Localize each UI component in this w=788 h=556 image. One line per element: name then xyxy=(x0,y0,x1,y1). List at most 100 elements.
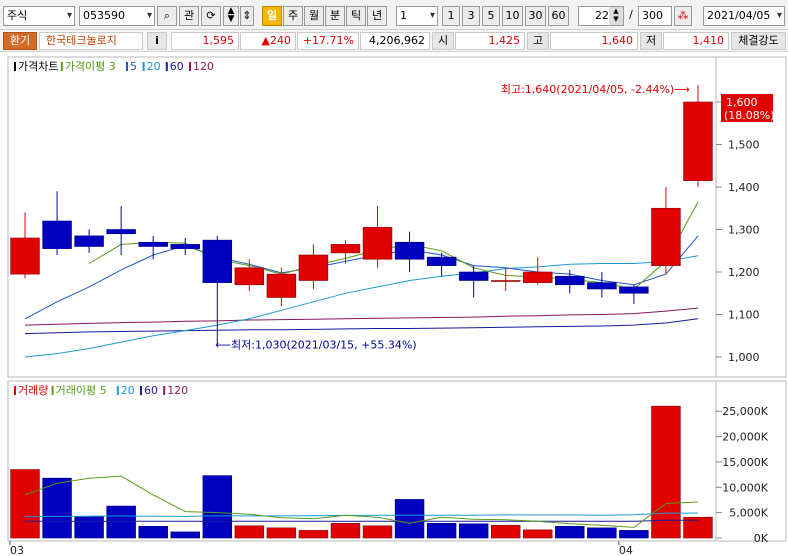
legend-label[interactable]: 20 xyxy=(121,384,135,397)
x-tick-label: 04 xyxy=(619,544,633,556)
volume-bar[interactable] xyxy=(362,525,393,539)
low-label: 저 xyxy=(640,32,662,50)
candle-body[interactable] xyxy=(234,267,265,286)
volume-bar[interactable] xyxy=(523,529,553,539)
chart-settings-icon[interactable]: ⁂ xyxy=(674,6,692,26)
volume-bar[interactable] xyxy=(170,531,200,539)
strength-button[interactable]: 체결강도 xyxy=(731,32,786,50)
legend-label[interactable]: 120 xyxy=(167,384,188,397)
stock-chart[interactable]: 가격차트 가격이평 3 5 20 60 120 거래량 거래이평 5 20 60 120 1,60… xyxy=(0,56,788,556)
candle-body[interactable] xyxy=(74,235,104,247)
quick-interval-button[interactable]: 3 xyxy=(462,6,480,26)
legend-label[interactable]: 120 xyxy=(193,60,214,73)
code-input[interactable]: 053590 xyxy=(79,6,155,26)
legend-label[interactable]: 가격차트 xyxy=(18,60,58,73)
candle-body[interactable] xyxy=(523,271,553,283)
price-tick-label: 1,300 xyxy=(728,224,760,237)
updown-spin-icon[interactable]: ▲ ▼ xyxy=(223,6,239,26)
updown-spin-icon[interactable]: ⇕ xyxy=(240,6,254,26)
volume-bar[interactable] xyxy=(202,475,233,539)
refresh-icon[interactable]: ⟳ xyxy=(201,6,221,26)
volume-bar[interactable] xyxy=(619,530,649,539)
quick-interval-button[interactable]: 10 xyxy=(502,6,523,26)
volume-bar[interactable] xyxy=(266,527,297,539)
candle-body[interactable] xyxy=(683,101,713,181)
candle-body[interactable] xyxy=(587,282,617,290)
price-tick-label: 1,200 xyxy=(728,266,760,279)
volume-bar[interactable] xyxy=(298,530,329,539)
current-price: 1,595 xyxy=(171,32,239,50)
info-button[interactable]: i xyxy=(147,32,167,50)
volume-bar[interactable] xyxy=(555,526,585,539)
quick-interval-button[interactable]: 60 xyxy=(548,6,569,26)
candle-body[interactable] xyxy=(619,286,649,294)
gwan-button[interactable]: 관 xyxy=(179,6,199,26)
high-label: 고 xyxy=(527,32,549,50)
candle-body[interactable] xyxy=(266,273,297,298)
interval-select[interactable]: 1 xyxy=(396,6,438,26)
quick-interval-button[interactable]: 1 xyxy=(442,6,460,26)
tab-hwangi[interactable]: 환기 xyxy=(3,32,37,50)
candle-body[interactable] xyxy=(298,254,329,281)
legend-label[interactable]: 5 xyxy=(130,60,137,73)
volume-bar[interactable] xyxy=(234,525,265,539)
volume-bar[interactable] xyxy=(651,405,681,539)
volume-bar[interactable] xyxy=(138,526,168,539)
period-tab[interactable]: 년 xyxy=(367,6,387,26)
volume-bar[interactable] xyxy=(458,523,489,539)
volume-bar[interactable] xyxy=(106,505,136,539)
price-change: ▲240 xyxy=(240,32,296,50)
legend-label[interactable]: 가격이평 3 xyxy=(65,60,116,73)
legend-label[interactable]: 20 xyxy=(147,60,161,73)
candle-body[interactable] xyxy=(202,239,233,283)
volume-bar[interactable] xyxy=(426,522,457,539)
last-price-label: 1,600 xyxy=(726,96,758,109)
volume-bar[interactable] xyxy=(394,499,425,539)
quick-interval-button[interactable]: 5 xyxy=(482,6,500,26)
volume-bar[interactable] xyxy=(490,525,521,539)
legend-label[interactable]: 60 xyxy=(170,60,184,73)
legend-swatch xyxy=(142,62,145,71)
legend-label[interactable]: 60 xyxy=(144,384,158,397)
total-input[interactable]: 300 xyxy=(638,6,672,26)
count-spin-icon[interactable]: ▲ ▼ xyxy=(609,7,623,25)
open-price: 1,425 xyxy=(455,32,525,50)
candle-body[interactable] xyxy=(555,275,585,286)
candle-body[interactable] xyxy=(106,229,136,235)
candle-body[interactable] xyxy=(42,220,72,249)
candle-body[interactable] xyxy=(138,241,168,247)
market-select[interactable]: 주식 xyxy=(3,6,75,26)
candle-body[interactable] xyxy=(362,227,393,260)
candle-body[interactable] xyxy=(490,280,521,282)
candle-body[interactable] xyxy=(458,271,489,281)
period-tab[interactable]: 분 xyxy=(325,6,345,26)
candle-body[interactable] xyxy=(170,244,200,249)
high-annotation: 최고:1,640(2021/04/05, -2.44%)⟶ xyxy=(501,83,690,96)
quick-interval-button[interactable]: 30 xyxy=(525,6,546,26)
candle-body[interactable] xyxy=(651,207,681,266)
legend-swatch xyxy=(14,62,16,71)
period-tab[interactable]: 틱 xyxy=(346,6,366,26)
volume-bar[interactable] xyxy=(330,522,361,539)
search-icon[interactable]: ⌕ xyxy=(157,6,177,26)
date-select[interactable]: 2021/04/05 xyxy=(703,6,785,26)
change-rate: +17.71% xyxy=(297,32,359,50)
candle-body[interactable] xyxy=(426,256,457,266)
volume-bar[interactable] xyxy=(587,527,617,539)
volume-bar[interactable] xyxy=(10,469,40,539)
period-tab[interactable]: 월 xyxy=(304,6,324,26)
legend-swatch xyxy=(165,62,168,71)
period-tab[interactable]: 주 xyxy=(283,6,303,26)
period-tab[interactable]: 일 xyxy=(262,6,282,26)
candle-body[interactable] xyxy=(10,237,40,275)
low-annotation: ⟵최저:1,030(2021/03/15, +55.34%) xyxy=(215,338,416,351)
candle-body[interactable] xyxy=(330,244,361,254)
legend-swatch xyxy=(116,386,119,395)
legend-label[interactable]: 거래량 xyxy=(18,384,48,397)
open-label: 시 xyxy=(432,32,454,50)
volume-bar[interactable] xyxy=(74,516,104,539)
count-separator: / xyxy=(629,8,633,21)
candle-body[interactable] xyxy=(394,241,425,260)
price-tick-label: 1,400 xyxy=(728,181,760,194)
legend-label[interactable]: 거래이평 5 xyxy=(56,384,107,397)
